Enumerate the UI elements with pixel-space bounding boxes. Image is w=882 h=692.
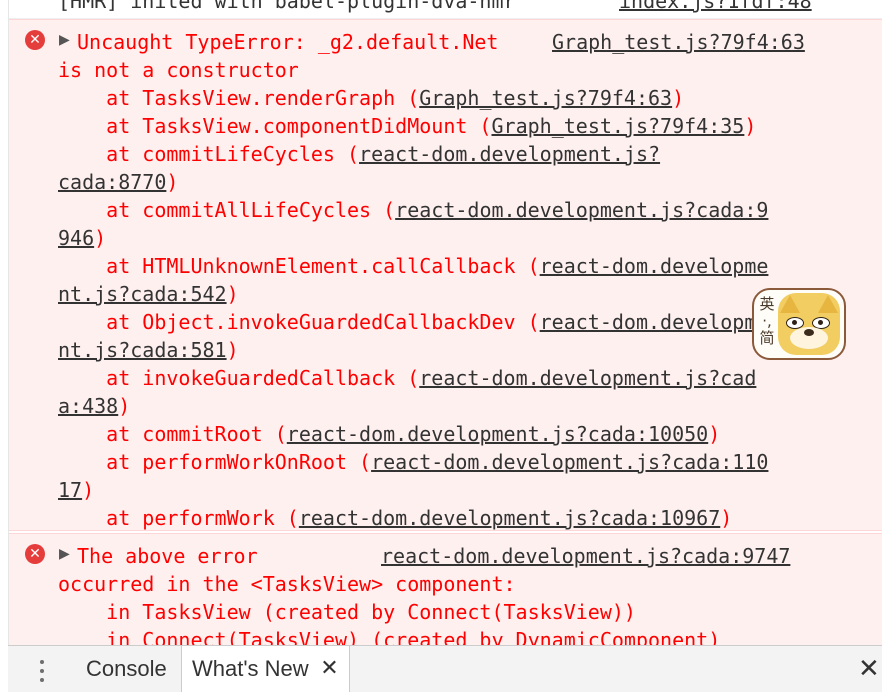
error-message-cont: occurred in the <TasksView> component: [58, 572, 516, 596]
error-icon: ✕ [25, 544, 45, 564]
frame-source-link[interactable]: react-dom.development.js? [359, 142, 660, 166]
expand-triangle-icon[interactable]: ▶ [59, 32, 70, 48]
expand-triangle-icon[interactable]: ▶ [59, 546, 70, 562]
frame-close-paren: ) [226, 282, 239, 306]
error-source-line: Graph_test.js?79f4:63 [552, 28, 805, 56]
devtools-drawer: Console What's New ✕ ✕ [8, 645, 882, 692]
frame-source-link-cont[interactable]: nt.js?cada:581 [58, 338, 227, 362]
frame-fn: at commitAllLifeCycles ( [58, 198, 396, 222]
frame-close-paren: ) [226, 338, 239, 362]
frame-fn: at commitRoot ( [58, 422, 287, 446]
stack-frame: at commitAllLifeCycles (react-dom.develo… [58, 196, 768, 224]
frame-fn: at commitLifeCycles ( [58, 142, 360, 166]
tab-whats-new-label: What's New [192, 656, 309, 681]
frame-source-link[interactable]: Graph_test.js?79f4:35 [491, 114, 744, 138]
stack-frame-cont: 17) [58, 476, 94, 504]
frame-source-link[interactable]: react-dom.developme [540, 310, 769, 334]
frame-close-paren: ) [118, 394, 131, 418]
frame-source-link[interactable]: Graph_test.js?79f4:63 [419, 86, 672, 110]
error-source-link[interactable]: react-dom.development.js?cada:9747 [381, 544, 790, 568]
log-source-link[interactable]: index.js?1fdf:48 [619, 0, 812, 15]
frame-fn: at performWorkOnRoot ( [58, 450, 372, 474]
frame-close-paren: ) [166, 170, 179, 194]
error-source-link[interactable]: Graph_test.js?79f4:63 [552, 30, 805, 54]
doge-icon [778, 293, 840, 355]
frame-source-link-cont[interactable]: 17 [58, 478, 82, 502]
frame-source-link[interactable]: react-dom.development.js?cad [419, 366, 756, 390]
stack-frame-cont: 946) [58, 224, 106, 252]
error-message-cont: is not a constructor [58, 58, 299, 82]
stack-frame-cont: nt.js?cada:542) [58, 280, 239, 308]
stack-frame-cont: a:438) [58, 392, 130, 420]
error-entry: ✕ ▶ Uncaught TypeError: _g2.default.Net … [9, 19, 882, 531]
stack-frame-cont: nt.js?cada:581) [58, 336, 239, 364]
frame-source-link[interactable]: react-dom.development.js?cada:9 [395, 198, 768, 222]
log-message-text: [HMR] inited with babel-plugin-dva-hmr [58, 0, 516, 13]
frame-source-link-cont[interactable]: nt.js?cada:542 [58, 282, 227, 306]
frame-fn: at TasksView.renderGraph ( [58, 86, 420, 110]
frame-source-link-cont[interactable]: a:438 [58, 394, 118, 418]
frame-fn: at TasksView.componentDidMount ( [58, 114, 492, 138]
vertical-dots-icon[interactable] [38, 658, 46, 686]
frame-close-paren: ) [94, 226, 107, 250]
error-header: Uncaught TypeError: _g2.default.Net [77, 28, 498, 56]
language-en-label: 英 [759, 295, 775, 313]
component-stack-line: in Connect(TasksView) (created by Dynami… [58, 628, 721, 645]
error-source-line: react-dom.development.js?cada:9747 [381, 542, 790, 570]
console-panel: [HMR] inited with babel-plugin-dva-hmr i… [8, 0, 882, 645]
log-message-row: [HMR] inited with babel-plugin-dva-hmr i… [9, 0, 882, 19]
stack-frame: at TasksView.renderGraph (Graph_test.js?… [58, 84, 684, 112]
stack-frame: at commitRoot (react-dom.development.js?… [58, 420, 720, 448]
frame-close-paren: ) [720, 506, 733, 530]
translator-widget[interactable]: 英 ·, 简 [752, 288, 846, 360]
error-icon: ✕ [25, 30, 45, 50]
language-sep-label: ·, [762, 312, 772, 330]
frame-source-link[interactable]: react-dom.development.js?cada:110 [371, 450, 768, 474]
stack-frame: at Object.invokeGuardedCallbackDev (reac… [58, 308, 768, 336]
translator-language-label: 英 ·, 简 [758, 296, 776, 347]
frame-source-link[interactable]: react-dom.development.js?cada:10967 [299, 506, 720, 530]
stack-frame-cont: cada:8770) [58, 168, 178, 196]
frame-fn: at HTMLUnknownElement.callCallback ( [58, 254, 540, 278]
frame-close-paren: ) [744, 114, 757, 138]
frame-fn: at performWork ( [58, 506, 299, 530]
frame-close-paren: ) [82, 478, 95, 502]
frame-close-paren: ) [708, 422, 721, 446]
frame-source-link-cont[interactable]: 946 [58, 226, 94, 250]
close-icon[interactable]: ✕ [320, 646, 338, 692]
frame-source-link-cont[interactable]: cada:8770 [58, 170, 166, 194]
error-message: The above error [77, 544, 258, 568]
frame-source-link[interactable]: react-dom.developme [540, 254, 769, 278]
language-zh-label: 简 [759, 329, 775, 347]
error-entry: ✕ ▶ The above error react-dom.developmen… [9, 533, 882, 645]
stack-frame: at performWork (react-dom.development.js… [58, 504, 732, 532]
component-stack-line: in TasksView (created by Connect(TasksVi… [58, 600, 636, 624]
stack-frame: at commitLifeCycles (react-dom.developme… [58, 140, 660, 168]
frame-fn: at invokeGuardedCallback ( [58, 366, 420, 390]
frame-close-paren: ) [672, 86, 685, 110]
frame-fn: at Object.invokeGuardedCallbackDev ( [58, 310, 540, 334]
error-message: Uncaught TypeError: _g2.default.Net [77, 30, 499, 54]
drawer-close-icon[interactable]: ✕ [858, 646, 880, 692]
frame-source-link[interactable]: react-dom.development.js?cada:10050 [287, 422, 708, 446]
stack-frame: at invokeGuardedCallback (react-dom.deve… [58, 364, 756, 392]
tab-whats-new[interactable]: What's New ✕ [181, 646, 350, 692]
stack-frame: at HTMLUnknownElement.callCallback (reac… [58, 252, 768, 280]
stack-frame: at performWorkOnRoot (react-dom.developm… [58, 448, 768, 476]
tab-console[interactable]: Console [76, 646, 177, 692]
stack-frame: at TasksView.componentDidMount (Graph_te… [58, 112, 756, 140]
